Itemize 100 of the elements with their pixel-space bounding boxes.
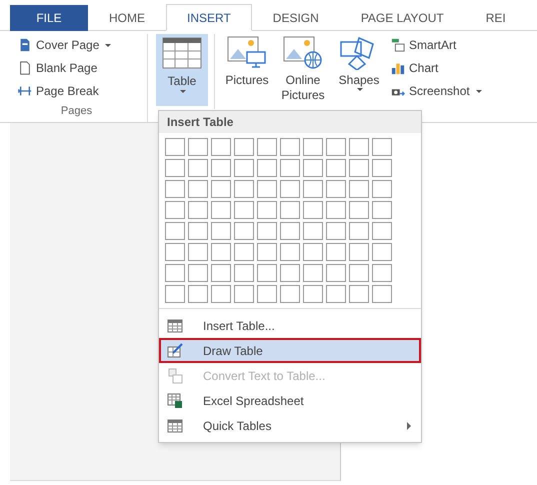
ribbon-button[interactable]: Blank Page — [18, 59, 143, 77]
grid-cell[interactable] — [280, 159, 300, 177]
grid-cell[interactable] — [257, 159, 277, 177]
grid-cell[interactable] — [165, 159, 185, 177]
grid-cell[interactable] — [349, 201, 369, 219]
file-tab[interactable]: FILE — [10, 5, 88, 31]
ribbon-button[interactable]: Chart — [391, 59, 482, 77]
grid-cell[interactable] — [326, 159, 346, 177]
grid-cell[interactable] — [165, 285, 185, 303]
grid-cell[interactable] — [303, 264, 323, 282]
ribbon-button[interactable]: SmartArt — [391, 36, 482, 54]
grid-cell[interactable] — [280, 264, 300, 282]
grid-cell[interactable] — [372, 264, 392, 282]
ribbon-button[interactable]: Shapes — [333, 34, 385, 109]
grid-cell[interactable] — [349, 159, 369, 177]
grid-cell[interactable] — [349, 222, 369, 240]
menu-item[interactable]: Quick Tables — [159, 413, 421, 438]
menu-item[interactable]: Insert Table... — [159, 313, 421, 338]
grid-cell[interactable] — [349, 180, 369, 198]
ribbon-button[interactable]: Page Break — [18, 82, 143, 100]
grid-cell[interactable] — [257, 180, 277, 198]
grid-cell[interactable] — [188, 180, 208, 198]
ribbon-button[interactable]: Online Pictures — [277, 34, 329, 109]
ribbon-tab[interactable]: INSERT — [166, 4, 252, 31]
grid-cell[interactable] — [234, 264, 254, 282]
table-button[interactable]: Table — [156, 34, 208, 106]
grid-cell[interactable] — [234, 159, 254, 177]
grid-cell[interactable] — [188, 222, 208, 240]
grid-cell[interactable] — [165, 243, 185, 261]
grid-cell[interactable] — [303, 222, 323, 240]
grid-cell[interactable] — [211, 222, 231, 240]
ribbon-tab[interactable]: PAGE LAYOUT — [340, 4, 465, 31]
grid-cell[interactable] — [257, 243, 277, 261]
grid-cell[interactable] — [326, 222, 346, 240]
ribbon-tab[interactable]: DESIGN — [252, 4, 340, 31]
grid-cell[interactable] — [211, 243, 231, 261]
ribbon-button[interactable]: Pictures — [221, 34, 273, 109]
grid-cell[interactable] — [372, 243, 392, 261]
grid-cell[interactable] — [211, 285, 231, 303]
grid-cell[interactable] — [349, 243, 369, 261]
grid-cell[interactable] — [280, 201, 300, 219]
grid-cell[interactable] — [257, 138, 277, 156]
grid-cell[interactable] — [188, 264, 208, 282]
grid-cell[interactable] — [326, 138, 346, 156]
grid-cell[interactable] — [303, 201, 323, 219]
grid-cell[interactable] — [234, 201, 254, 219]
grid-cell[interactable] — [234, 138, 254, 156]
grid-cell[interactable] — [211, 180, 231, 198]
grid-cell[interactable] — [211, 138, 231, 156]
ribbon-tab[interactable]: HOME — [88, 4, 166, 31]
grid-cell[interactable] — [165, 264, 185, 282]
grid-cell[interactable] — [372, 201, 392, 219]
grid-cell[interactable] — [326, 285, 346, 303]
grid-cell[interactable] — [349, 138, 369, 156]
menu-item[interactable]: Excel Spreadsheet — [159, 388, 421, 413]
grid-cell[interactable] — [280, 285, 300, 303]
ribbon-button[interactable]: Cover Page — [18, 36, 143, 54]
grid-cell[interactable] — [234, 243, 254, 261]
grid-cell[interactable] — [211, 201, 231, 219]
grid-cell[interactable] — [188, 243, 208, 261]
grid-cell[interactable] — [257, 285, 277, 303]
grid-cell[interactable] — [234, 222, 254, 240]
grid-cell[interactable] — [165, 180, 185, 198]
grid-cell[interactable] — [303, 180, 323, 198]
grid-cell[interactable] — [280, 180, 300, 198]
grid-cell[interactable] — [188, 138, 208, 156]
grid-cell[interactable] — [326, 201, 346, 219]
grid-cell[interactable] — [280, 138, 300, 156]
grid-cell[interactable] — [303, 285, 323, 303]
grid-cell[interactable] — [165, 138, 185, 156]
grid-cell[interactable] — [257, 264, 277, 282]
grid-cell[interactable] — [188, 201, 208, 219]
grid-cell[interactable] — [326, 264, 346, 282]
grid-cell[interactable] — [165, 222, 185, 240]
grid-cell[interactable] — [349, 264, 369, 282]
grid-cell[interactable] — [326, 180, 346, 198]
grid-cell[interactable] — [303, 138, 323, 156]
grid-cell[interactable] — [211, 159, 231, 177]
grid-cell[interactable] — [372, 222, 392, 240]
grid-cell[interactable] — [188, 285, 208, 303]
grid-cell[interactable] — [280, 243, 300, 261]
ribbon-tab[interactable]: REI — [464, 4, 527, 31]
grid-cell[interactable] — [303, 159, 323, 177]
grid-cell[interactable] — [211, 264, 231, 282]
grid-cell[interactable] — [372, 138, 392, 156]
grid-cell[interactable] — [372, 180, 392, 198]
grid-cell[interactable] — [372, 285, 392, 303]
menu-item[interactable]: Draw Table — [159, 338, 421, 363]
grid-cell[interactable] — [188, 159, 208, 177]
grid-cell[interactable] — [165, 201, 185, 219]
grid-cell[interactable] — [280, 222, 300, 240]
grid-cell[interactable] — [349, 285, 369, 303]
grid-cell[interactable] — [326, 243, 346, 261]
grid-cell[interactable] — [372, 159, 392, 177]
ribbon-button[interactable]: Screenshot — [391, 82, 482, 100]
grid-cell[interactable] — [234, 180, 254, 198]
grid-cell[interactable] — [234, 285, 254, 303]
grid-cell[interactable] — [257, 222, 277, 240]
grid-cell[interactable] — [303, 243, 323, 261]
grid-cell[interactable] — [257, 201, 277, 219]
